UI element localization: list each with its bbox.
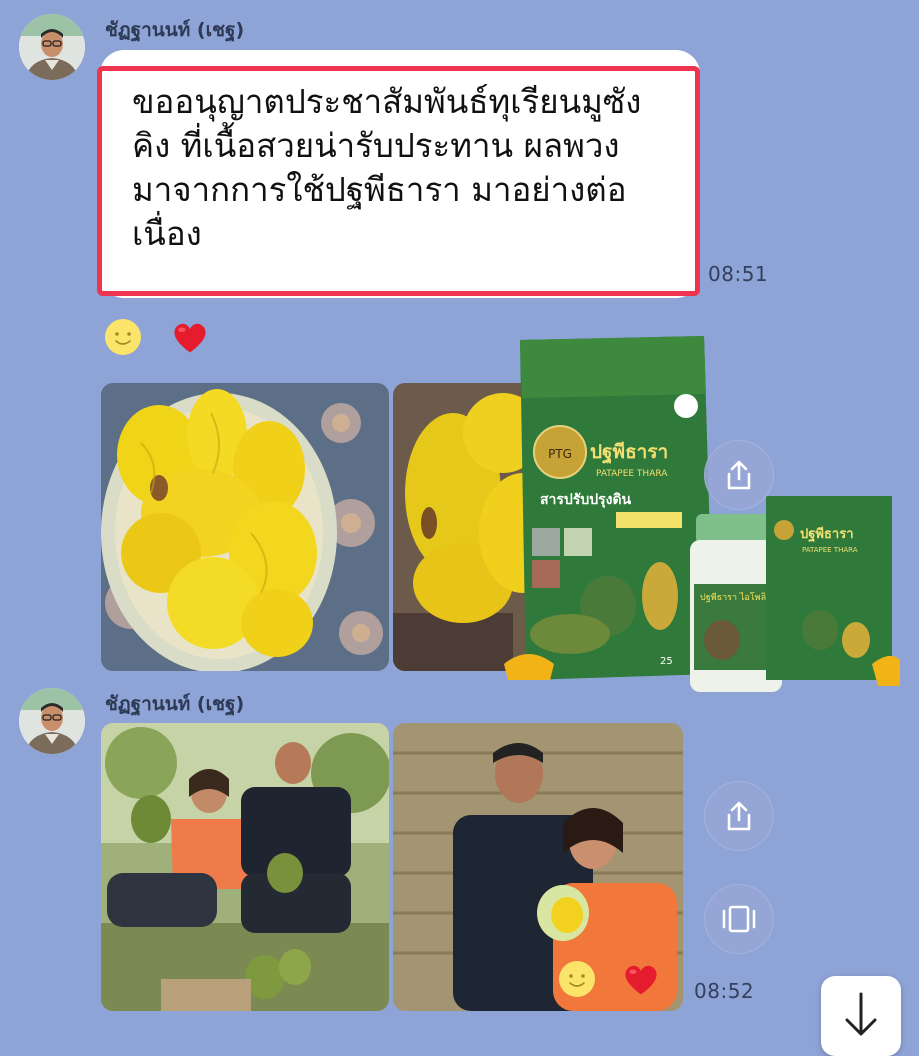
slideshow-button[interactable] (704, 884, 774, 954)
share-button[interactable] (704, 440, 774, 510)
smile-emoji[interactable] (104, 318, 142, 356)
arrow-down-icon (845, 992, 877, 1036)
slideshow-icon (722, 905, 756, 933)
sender-avatar[interactable] (19, 688, 85, 754)
box-brand: ปฐพีธารา (800, 526, 854, 543)
sender-avatar[interactable] (19, 14, 85, 80)
share-icon (727, 460, 751, 490)
message-timestamp: 08:51 (708, 262, 769, 286)
bag-weight: 25 (660, 656, 673, 667)
bag-brand: ปฐพีธารา (590, 441, 668, 465)
heart-emoji[interactable] (171, 318, 209, 356)
scroll-to-bottom-button[interactable] (821, 976, 901, 1056)
bottle-label: ปฐพีธารา ไอโพลิ (700, 592, 766, 603)
smile-emoji[interactable] (558, 960, 596, 998)
sender-name: ชัฏฐานนท์ (เชฐ) (105, 693, 245, 715)
orchard-photo[interactable] (101, 723, 389, 1011)
box-brand-en: PATAPEE THARA (802, 546, 858, 554)
product-collage[interactable]: PTG ปฐพีธารา PATAPEE THARA สารปรับปรุงดิ… (500, 334, 900, 694)
heart-emoji[interactable] (622, 960, 660, 998)
message-timestamp: 08:52 (694, 979, 755, 1003)
brand-logo-text: PTG (548, 447, 572, 461)
share-icon (727, 801, 751, 831)
sender-name: ชัฏฐานนท์ (เชฐ) (105, 19, 245, 41)
share-button[interactable] (704, 781, 774, 851)
bag-type: สารปรับปรุงดิน (540, 492, 632, 508)
bag-brand-en: PATAPEE THARA (596, 469, 668, 479)
durian-open-photo[interactable] (101, 383, 389, 671)
message-text: ขออนุญาตประชาสัมพันธ์ทุเรียนมูซัง คิง ที… (132, 82, 642, 253)
